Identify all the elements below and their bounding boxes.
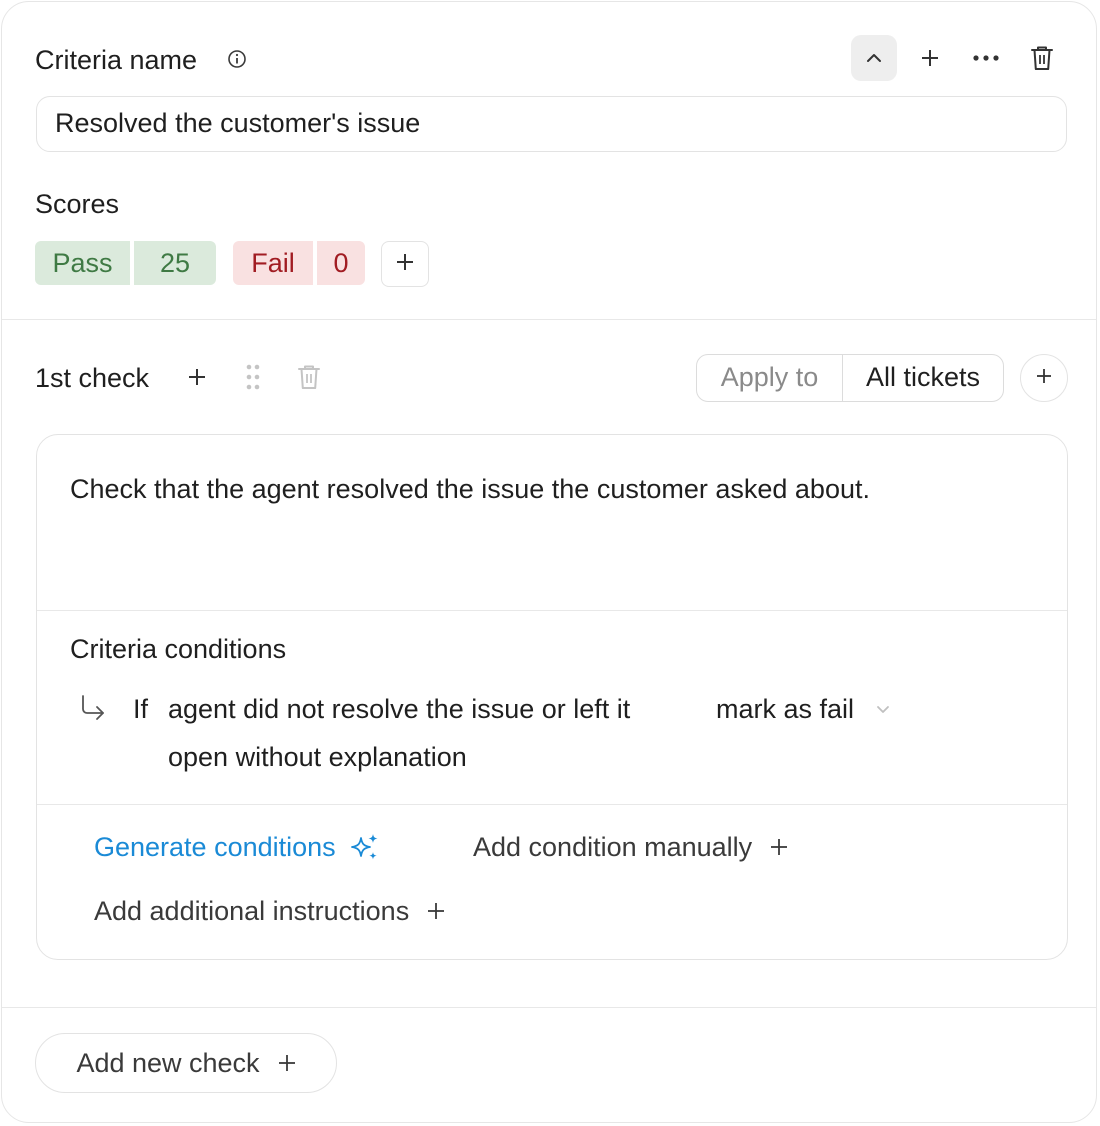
plus-icon xyxy=(396,253,414,276)
add-additional-instructions-button[interactable]: Add additional instructions xyxy=(94,891,445,931)
more-options-button[interactable] xyxy=(963,35,1009,81)
check-panel: Check that the agent resolved the issue … xyxy=(36,434,1068,960)
add-new-check-label: Add new check xyxy=(76,1048,260,1078)
generate-conditions-button[interactable]: Generate conditions xyxy=(94,827,380,867)
check-description[interactable]: Check that the agent resolved the issue … xyxy=(70,473,870,505)
apply-to-selector[interactable]: Apply to All tickets xyxy=(696,354,1004,402)
plus-icon xyxy=(278,1054,296,1072)
condition-if-label: If xyxy=(133,694,149,724)
generate-conditions-label: Generate conditions xyxy=(94,832,336,862)
drag-handle[interactable] xyxy=(230,354,276,400)
conditions-label: Criteria conditions xyxy=(70,634,287,664)
plus-icon xyxy=(920,48,940,68)
add-new-check-button[interactable]: Add new check xyxy=(35,1033,337,1093)
panel-divider xyxy=(37,610,1067,611)
score-fail[interactable]: Fail 0 xyxy=(233,241,365,285)
section-divider xyxy=(2,319,1096,320)
check-title: 1st check xyxy=(35,363,150,393)
footer-divider xyxy=(2,1007,1096,1008)
chevron-up-icon xyxy=(863,47,885,69)
plus-icon xyxy=(1036,368,1052,389)
score-pass-value[interactable]: 25 xyxy=(134,241,216,285)
delete-criteria-button[interactable] xyxy=(1019,35,1065,81)
more-horizontal-icon xyxy=(973,54,999,62)
delete-check-button[interactable] xyxy=(286,354,332,400)
score-fail-label: Fail xyxy=(233,241,313,285)
score-fail-value[interactable]: 0 xyxy=(317,241,365,285)
plus-icon xyxy=(427,902,445,920)
add-condition-manually-button[interactable]: Add condition manually xyxy=(473,827,788,867)
sparkle-icon xyxy=(350,832,380,862)
trash-icon xyxy=(1030,45,1054,71)
info-icon[interactable] xyxy=(227,49,247,74)
add-criteria-button[interactable] xyxy=(907,35,953,81)
scores-label: Scores xyxy=(35,189,120,219)
return-arrow-icon xyxy=(79,694,107,727)
score-pass-label: Pass xyxy=(35,241,130,285)
add-condition-manually-label: Add condition manually xyxy=(473,832,753,862)
apply-to-value[interactable]: All tickets xyxy=(843,355,1003,401)
criteria-name-label: Criteria name xyxy=(35,45,198,75)
criteria-name-input[interactable]: Resolved the customer's issue xyxy=(36,96,1067,152)
condition-action-dropdown[interactable]: mark as fail xyxy=(716,689,892,729)
drag-handle-icon xyxy=(245,364,261,390)
add-score-button[interactable] xyxy=(381,241,429,287)
condition-text-line2[interactable]: open without explanation xyxy=(168,741,467,773)
add-additional-instructions-label: Add additional instructions xyxy=(94,896,410,926)
add-check-inline-button[interactable] xyxy=(174,354,220,400)
condition-action-value: mark as fail xyxy=(716,694,855,724)
panel-divider xyxy=(37,804,1067,805)
plus-icon xyxy=(770,838,788,856)
add-apply-filter-button[interactable] xyxy=(1020,354,1068,402)
apply-to-label: Apply to xyxy=(697,355,843,401)
chevron-down-icon xyxy=(874,700,892,718)
condition-text-line1[interactable]: agent did not resolve the issue or left … xyxy=(168,693,630,725)
criteria-card: Criteria name Resolved the customer's is… xyxy=(1,1,1097,1123)
score-pass[interactable]: Pass 25 xyxy=(35,241,216,285)
collapse-button[interactable] xyxy=(851,35,897,81)
trash-icon xyxy=(297,364,321,390)
plus-icon xyxy=(187,367,207,387)
